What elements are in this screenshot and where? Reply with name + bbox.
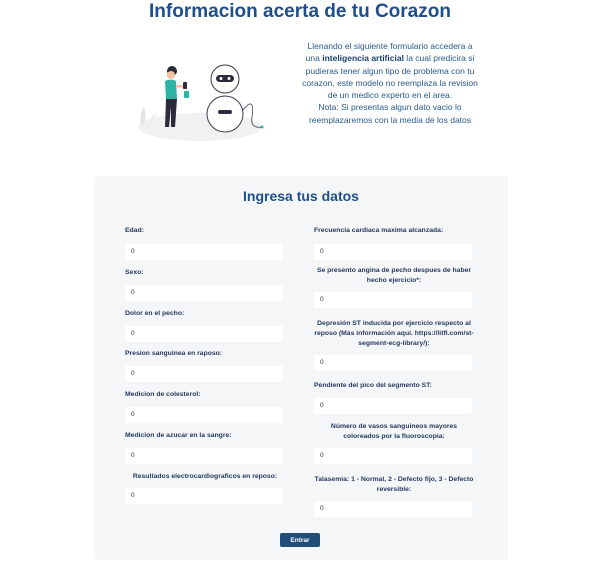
- field-label: Número de vasos sanguineos mayores color…: [330, 423, 458, 440]
- field-label: Medicion de colesterol:: [125, 391, 201, 398]
- colesterol-input[interactable]: [125, 407, 283, 423]
- field-label: Edad:: [125, 227, 144, 234]
- field-depresion-st: Depresión ST inducida por ejercicio resp…: [314, 319, 474, 371]
- intro-note: Nota: Si presentas algun dato vacio lo r…: [308, 102, 472, 125]
- talasemia-input[interactable]: [314, 501, 472, 517]
- field-label: Sexo:: [125, 269, 144, 276]
- angina-input[interactable]: [314, 292, 472, 308]
- edad-input[interactable]: [125, 244, 283, 260]
- intro-text: Llenando el siguiente formulario acceder…: [300, 40, 480, 126]
- intro-highlight: inteligencia artificial: [322, 53, 404, 64]
- azucar-input[interactable]: [125, 448, 283, 464]
- field-label: Pendiente del pico del segmento ST:: [314, 382, 432, 389]
- field-talasemia: Talasemia: 1 - Normal, 2 - Defecto fijo,…: [314, 475, 474, 517]
- frecuencia-input[interactable]: [314, 244, 472, 260]
- form-title: Ingresa tus datos: [243, 188, 359, 204]
- pendiente-input[interactable]: [314, 398, 472, 414]
- field-label: Talasemia: 1 - Normal, 2 - Defecto fijo,…: [314, 476, 474, 493]
- field-label: Presion sanguinea en raposo:: [125, 350, 223, 357]
- field-frecuencia: Frecuencia cardiaca maxima alcanzada:: [314, 226, 472, 260]
- ground-shadow: [138, 113, 262, 141]
- field-label: Se presento angina de pecho despues de h…: [316, 267, 472, 284]
- field-electro: Resultados electrocardiograficos en repo…: [125, 472, 285, 504]
- field-azucar: Medicion de azucar en la sangre:: [125, 431, 283, 464]
- hero-illustration: [138, 64, 264, 141]
- submit-button[interactable]: Entrar: [280, 533, 320, 547]
- dolor-pecho-input[interactable]: [125, 326, 283, 342]
- field-vasos: Número de vasos sanguineos mayores color…: [314, 422, 474, 464]
- field-label: Depresión ST inducida por ejercicio resp…: [314, 320, 474, 347]
- vasos-input[interactable]: [314, 448, 472, 464]
- page-title: Informacion acerta de tu Corazon: [149, 1, 451, 22]
- field-label: Frecuencia cardiaca maxima alcanzada:: [314, 227, 444, 234]
- field-label: Dolor en el pecho:: [125, 310, 185, 317]
- field-presion: Presion sanguinea en raposo:: [125, 349, 283, 382]
- field-colesterol: Medicion de colesterol:: [125, 390, 283, 423]
- field-label: Resultados electrocardiograficos en repo…: [132, 473, 278, 480]
- field-edad: Edad:: [125, 226, 283, 260]
- form-card: Ingresa tus datos Edad: Sexo: Dolor en e…: [94, 176, 508, 560]
- field-pendiente: Pendiente del pico del segmento ST:: [314, 381, 472, 414]
- field-dolor-pecho: Dolor en el pecho:: [125, 309, 283, 342]
- field-label: Medicion de azucar en la sangre:: [125, 432, 232, 439]
- field-angina: Se presento angina de pecho despues de h…: [314, 266, 474, 308]
- presion-input[interactable]: [125, 366, 283, 382]
- sexo-input[interactable]: [125, 285, 283, 301]
- field-sexo: Sexo:: [125, 268, 283, 301]
- electro-input[interactable]: [125, 488, 283, 504]
- depresion-st-input[interactable]: [314, 355, 472, 371]
